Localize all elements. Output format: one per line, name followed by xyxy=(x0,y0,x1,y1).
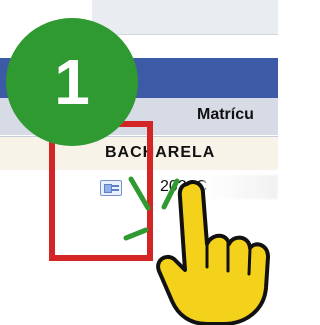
tap-pointer-icon xyxy=(156,180,270,325)
column-header-label: Matrícu xyxy=(197,106,254,123)
step-number: 1 xyxy=(54,46,90,118)
screenshot-crop: Matrícu BACHARELA 2021C 1 xyxy=(0,0,278,325)
step-badge: 1 xyxy=(6,18,138,146)
top-strip xyxy=(92,0,278,35)
